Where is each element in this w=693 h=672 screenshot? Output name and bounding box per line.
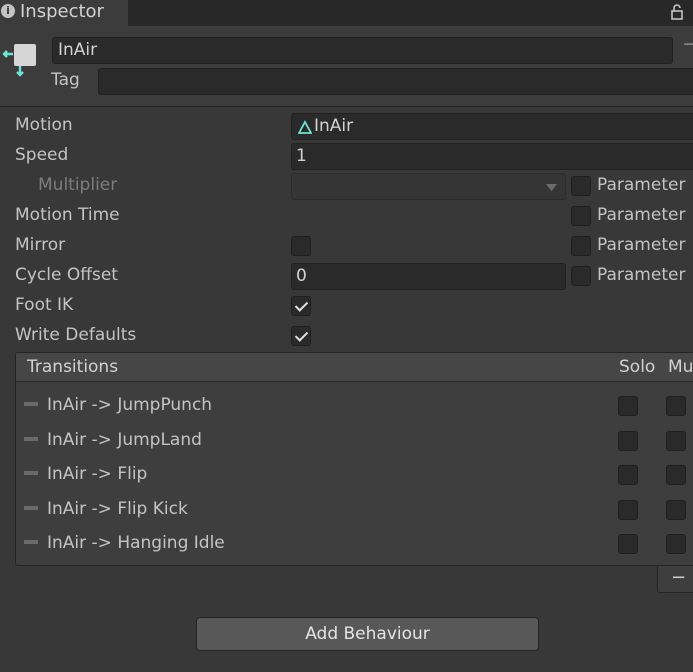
info-icon: i (1, 4, 15, 18)
transition-row[interactable]: InAir -> Flip (16, 464, 693, 494)
foot-ik-label: Foot IK (15, 295, 74, 315)
inspector-header: InAir ⊣ Tag (0, 26, 693, 107)
transition-solo-checkbox[interactable] (618, 499, 638, 520)
speed-label: Speed (15, 145, 69, 165)
write-defaults-checkbox[interactable] (291, 326, 311, 346)
transition-label: InAir -> Flip Kick (47, 498, 188, 519)
mirror-parameter-label: Parameter (597, 235, 686, 255)
write-defaults-label: Write Defaults (15, 325, 137, 345)
motion-time-parameter-checkbox[interactable] (571, 206, 591, 226)
drag-handle-icon[interactable] (24, 471, 38, 476)
add-behaviour-button[interactable]: Add Behaviour (196, 617, 539, 651)
transition-label: InAir -> Flip (47, 464, 148, 485)
dropdown-arrow-icon (546, 184, 557, 191)
animation-clip-icon (298, 120, 312, 134)
motion-time-parameter-label: Parameter (597, 205, 686, 225)
transitions-title: Transitions (27, 357, 119, 377)
transition-mute-checkbox[interactable] (666, 465, 686, 486)
foot-ik-checkbox[interactable] (291, 296, 311, 316)
transitions-header: Transitions Solo Mu (16, 353, 693, 382)
drag-handle-icon[interactable] (24, 402, 38, 406)
solo-column-label: Solo (619, 357, 656, 377)
transition-mute-checkbox[interactable] (666, 499, 686, 520)
tab-title: Inspector (20, 1, 104, 22)
transition-row[interactable]: InAir -> Hanging Idle (16, 533, 693, 563)
tag-label: Tag (51, 70, 80, 90)
transition-solo-checkbox[interactable] (618, 430, 638, 451)
transitions-list: Transitions Solo Mu InAir -> JumpPunch In… (15, 352, 693, 566)
mirror-parameter-checkbox[interactable] (571, 236, 591, 256)
transition-label: InAir -> JumpPunch (47, 395, 213, 415)
motion-label: Motion (15, 115, 73, 135)
transition-row[interactable]: InAir -> JumpPunch (16, 395, 693, 425)
mirror-label: Mirror (15, 235, 66, 255)
tab-inspector[interactable]: i Inspector (0, 0, 128, 26)
remove-transition-button[interactable]: − (657, 566, 693, 593)
drag-handle-icon[interactable] (24, 436, 38, 441)
minus-icon: − (671, 567, 687, 588)
drag-handle-icon[interactable] (24, 540, 38, 545)
transition-solo-checkbox[interactable] (618, 534, 638, 555)
speed-input[interactable]: 1 (291, 143, 693, 170)
mute-column-label: Mu (668, 357, 693, 377)
state-name-input[interactable]: InAir (52, 37, 673, 64)
cycle-offset-parameter-checkbox[interactable] (571, 266, 591, 286)
multiplier-label: Multiplier (38, 175, 118, 195)
context-menu-icon[interactable]: ⊣ (683, 38, 693, 52)
transition-solo-checkbox[interactable] (618, 465, 638, 486)
tab-bar: i Inspector (0, 0, 693, 26)
cycle-offset-label: Cycle Offset (15, 265, 118, 285)
motion-value: InAir (314, 116, 354, 136)
lock-icon[interactable] (671, 3, 683, 21)
animator-state-icon (2, 44, 36, 77)
mirror-checkbox[interactable] (291, 236, 311, 256)
cycle-offset-input[interactable]: 0 (291, 263, 566, 290)
transition-mute-checkbox[interactable] (666, 430, 686, 451)
transition-mute-checkbox[interactable] (666, 534, 686, 555)
multiplier-dropdown[interactable] (291, 173, 566, 200)
transition-label: InAir -> Hanging Idle (47, 533, 225, 554)
transition-row[interactable]: InAir -> Flip Kick (16, 499, 693, 529)
transition-mute-checkbox[interactable] (666, 396, 686, 416)
tag-field[interactable] (98, 68, 693, 95)
transition-label: InAir -> JumpLand (47, 429, 202, 450)
motion-time-label: Motion Time (15, 205, 120, 225)
transition-solo-checkbox[interactable] (618, 396, 638, 416)
multiplier-parameter-label: Parameter (597, 175, 686, 195)
cycle-offset-parameter-label: Parameter (597, 265, 686, 285)
transition-row[interactable]: InAir -> JumpLand (16, 430, 693, 460)
multiplier-parameter-checkbox[interactable] (571, 176, 591, 196)
motion-field[interactable]: InAir (291, 113, 693, 140)
drag-handle-icon[interactable] (24, 505, 38, 510)
